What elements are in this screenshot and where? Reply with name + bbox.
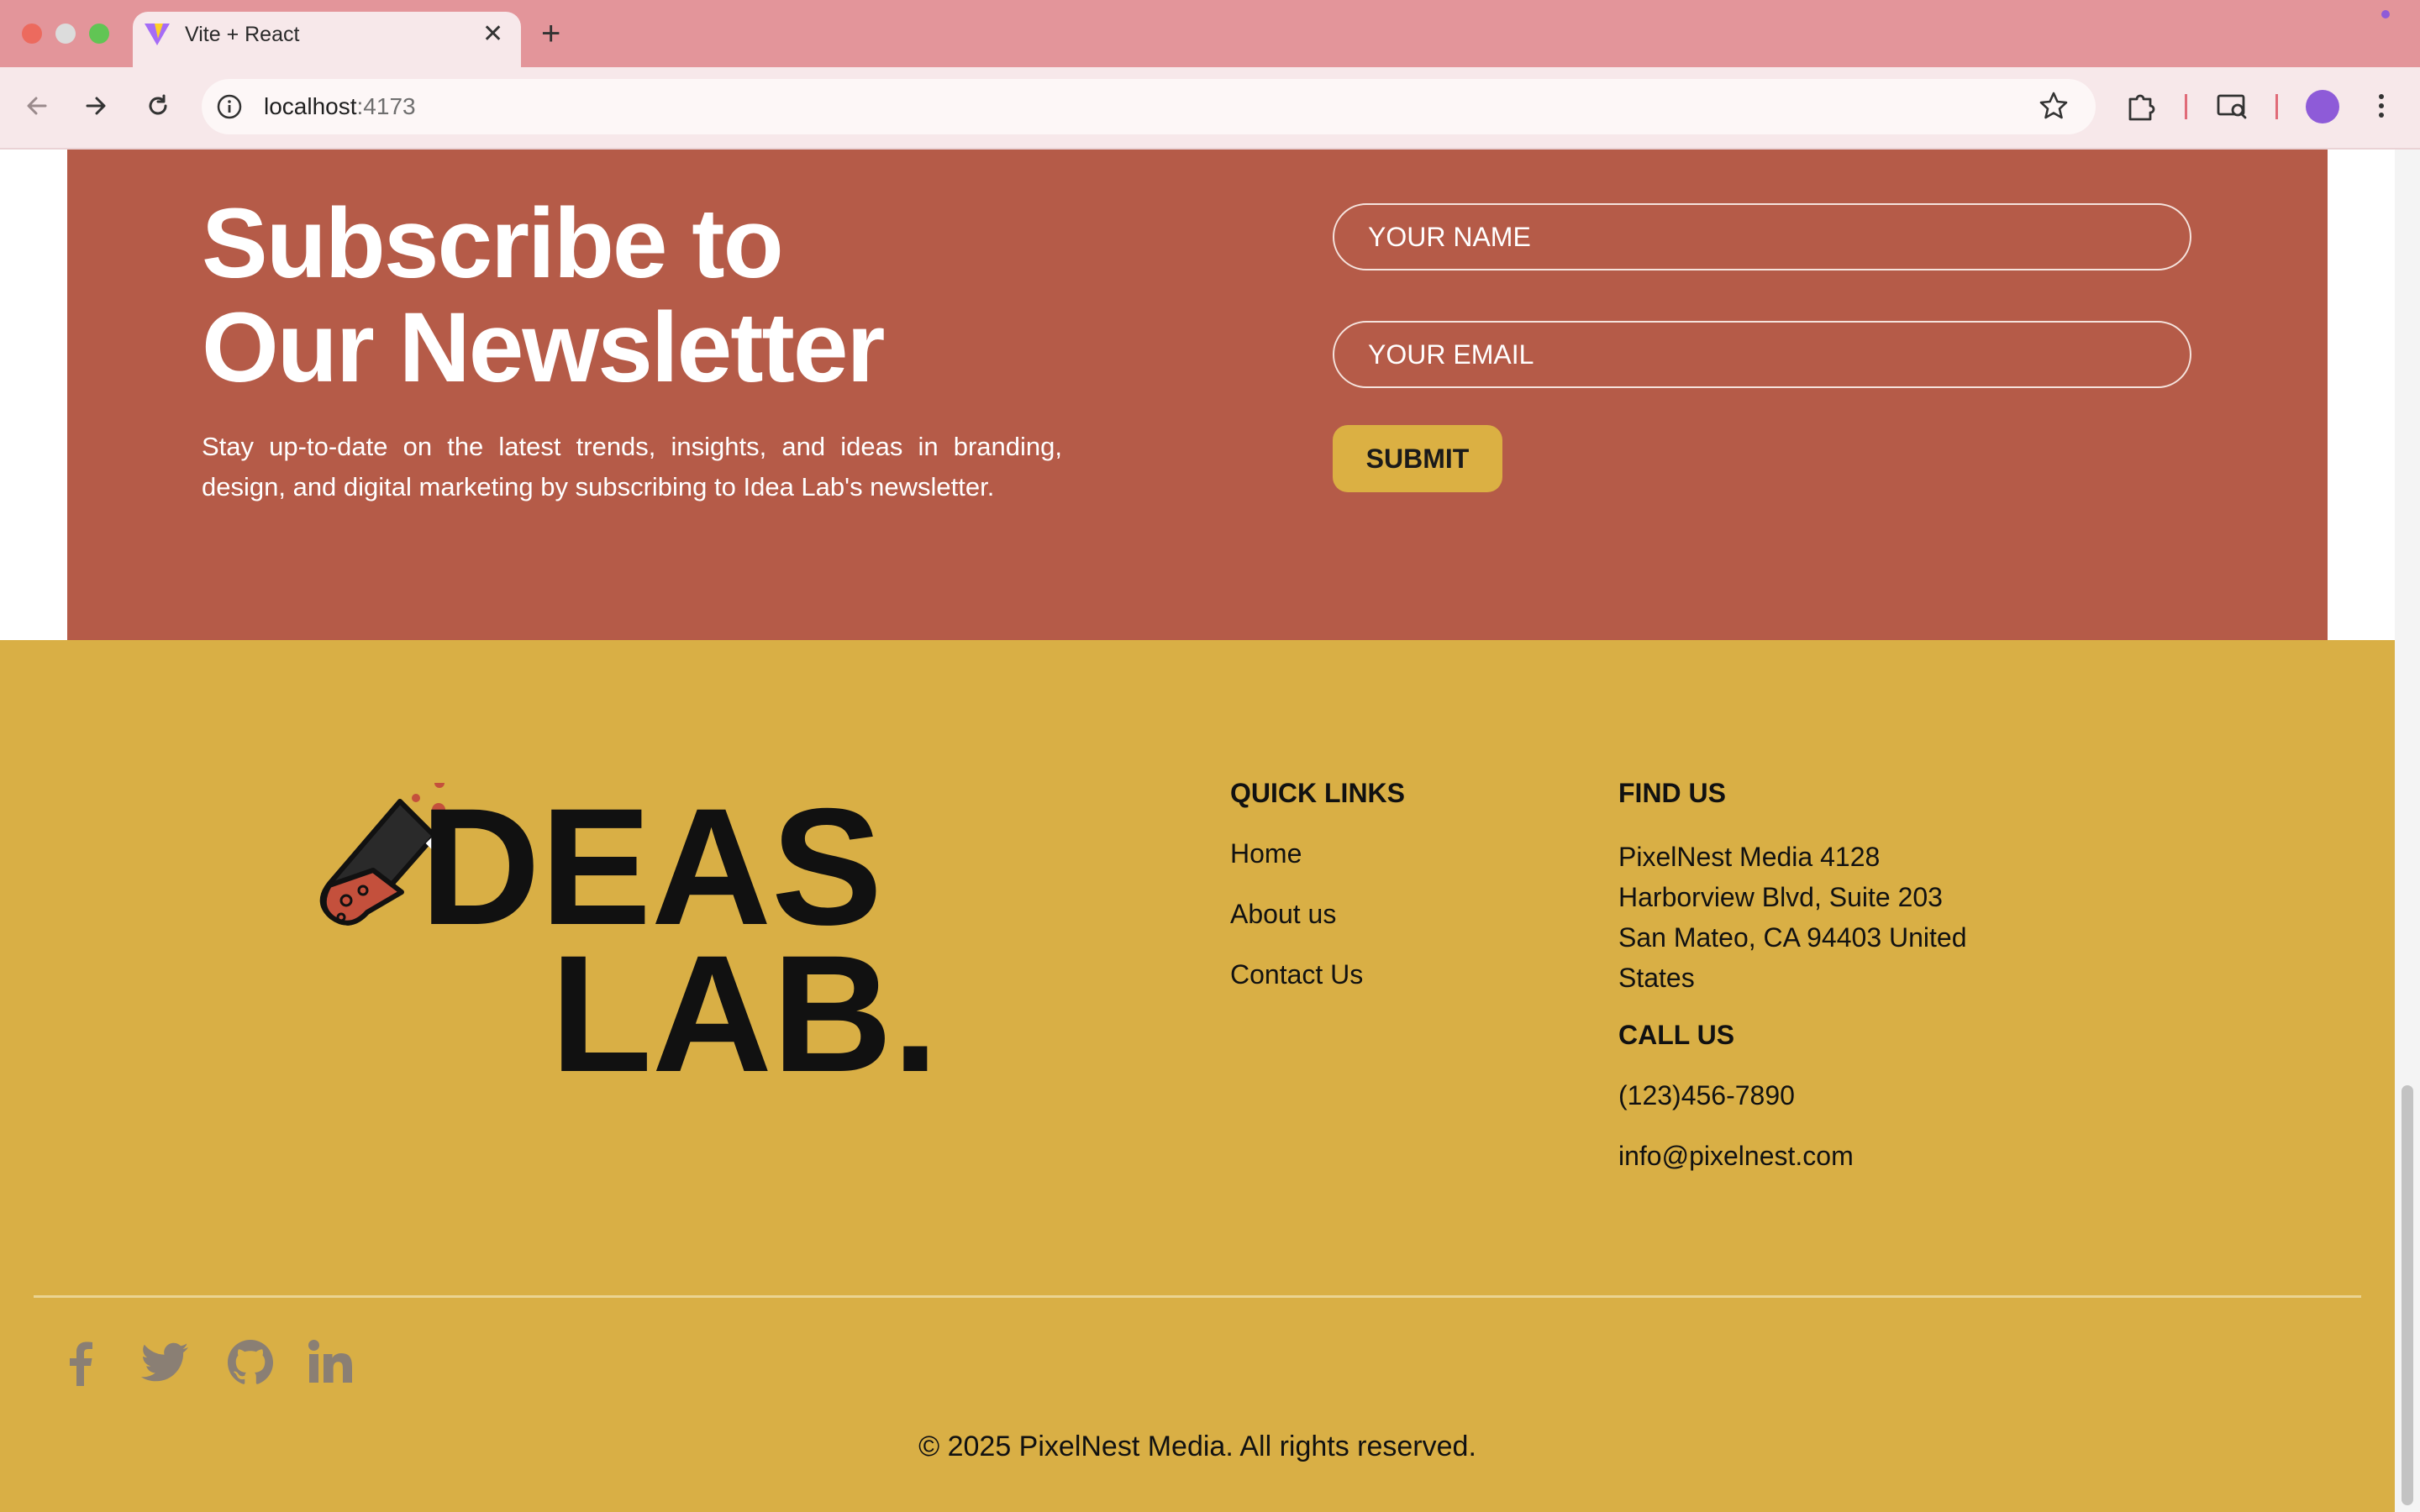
vite-favicon-icon <box>145 24 170 45</box>
call-us-heading: CALL US <box>1618 1020 1735 1050</box>
new-tab-button[interactable]: + <box>541 15 560 52</box>
reload-icon <box>149 94 167 115</box>
newsletter-title: Subscribe to Our Newsletter <box>202 192 1126 400</box>
forward-arrow-icon <box>86 97 106 115</box>
minimize-window-button[interactable] <box>55 24 76 44</box>
newsletter-title-line1: Subscribe to <box>202 188 784 299</box>
quick-links-heading: QUICK LINKS <box>1230 778 1405 808</box>
scrollbar-thumb[interactable] <box>2402 1085 2413 1505</box>
facebook-icon[interactable] <box>55 1337 106 1388</box>
maximize-window-button[interactable] <box>89 24 109 44</box>
footer-link-contact[interactable]: Contact Us <box>1230 958 1363 991</box>
tab-search-icon[interactable] <box>2213 87 2250 124</box>
profile-avatar[interactable] <box>2306 90 2339 123</box>
bookmark-star-icon[interactable] <box>2037 89 2070 123</box>
url-text[interactable]: localhost:4173 <box>264 92 416 121</box>
name-input[interactable] <box>1333 203 2191 270</box>
close-window-button[interactable] <box>22 24 42 44</box>
copyright-text: © 2025 PixelNest Media. All rights reser… <box>918 1431 1476 1462</box>
more-menu-icon[interactable] <box>2368 87 2395 124</box>
find-us-heading: FIND US <box>1618 778 1726 808</box>
logo-text-line2: LAB. <box>550 921 939 1102</box>
site-info-icon[interactable] <box>215 92 244 121</box>
footer-link-home[interactable]: Home <box>1230 837 1302 870</box>
phone-link[interactable]: (123)456-7890 <box>1618 1079 1795 1112</box>
url-port: :4173 <box>356 93 416 119</box>
profile-indicator-dot <box>2381 10 2390 18</box>
twitter-icon[interactable] <box>139 1337 190 1388</box>
tab-title: Vite + React <box>185 23 300 46</box>
back-arrow-icon <box>27 97 47 115</box>
back-button[interactable] <box>18 87 55 124</box>
submit-button[interactable]: SUBMIT <box>1333 425 1502 492</box>
email-link[interactable]: info@pixelnest.com <box>1618 1139 1854 1173</box>
newsletter-section: Subscribe to Our Newsletter Stay up-to-d… <box>67 150 2328 640</box>
linkedin-icon[interactable] <box>306 1337 356 1388</box>
github-icon[interactable] <box>225 1337 276 1388</box>
extensions-puzzle-icon[interactable] <box>2123 87 2160 124</box>
footer-link-about[interactable]: About us <box>1230 897 1336 931</box>
email-input[interactable] <box>1333 321 2191 388</box>
toolbar-separator <box>2275 94 2278 119</box>
address-text: PixelNest Media 4128 Harborview Blvd, Su… <box>1618 842 1967 993</box>
url-host: localhost <box>264 93 357 119</box>
site-footer: DEAS LAB. QUICK LINKS Home About us Cont… <box>0 640 2395 1512</box>
address-bar[interactable] <box>202 79 2096 134</box>
footer-divider <box>34 1295 2361 1298</box>
newsletter-description: Stay up-to-date on the latest trends, in… <box>202 432 1062 501</box>
toolbar-separator <box>2185 94 2187 119</box>
page-viewport: Subscribe to Our Newsletter Stay up-to-d… <box>0 150 2395 1512</box>
forward-button[interactable] <box>77 87 114 124</box>
newsletter-title-line2: Our Newsletter <box>202 292 885 403</box>
ideas-lab-logo[interactable]: DEAS LAB. <box>302 783 941 1102</box>
reload-button[interactable] <box>139 87 176 124</box>
tab-close-icon[interactable]: ✕ <box>482 20 503 49</box>
